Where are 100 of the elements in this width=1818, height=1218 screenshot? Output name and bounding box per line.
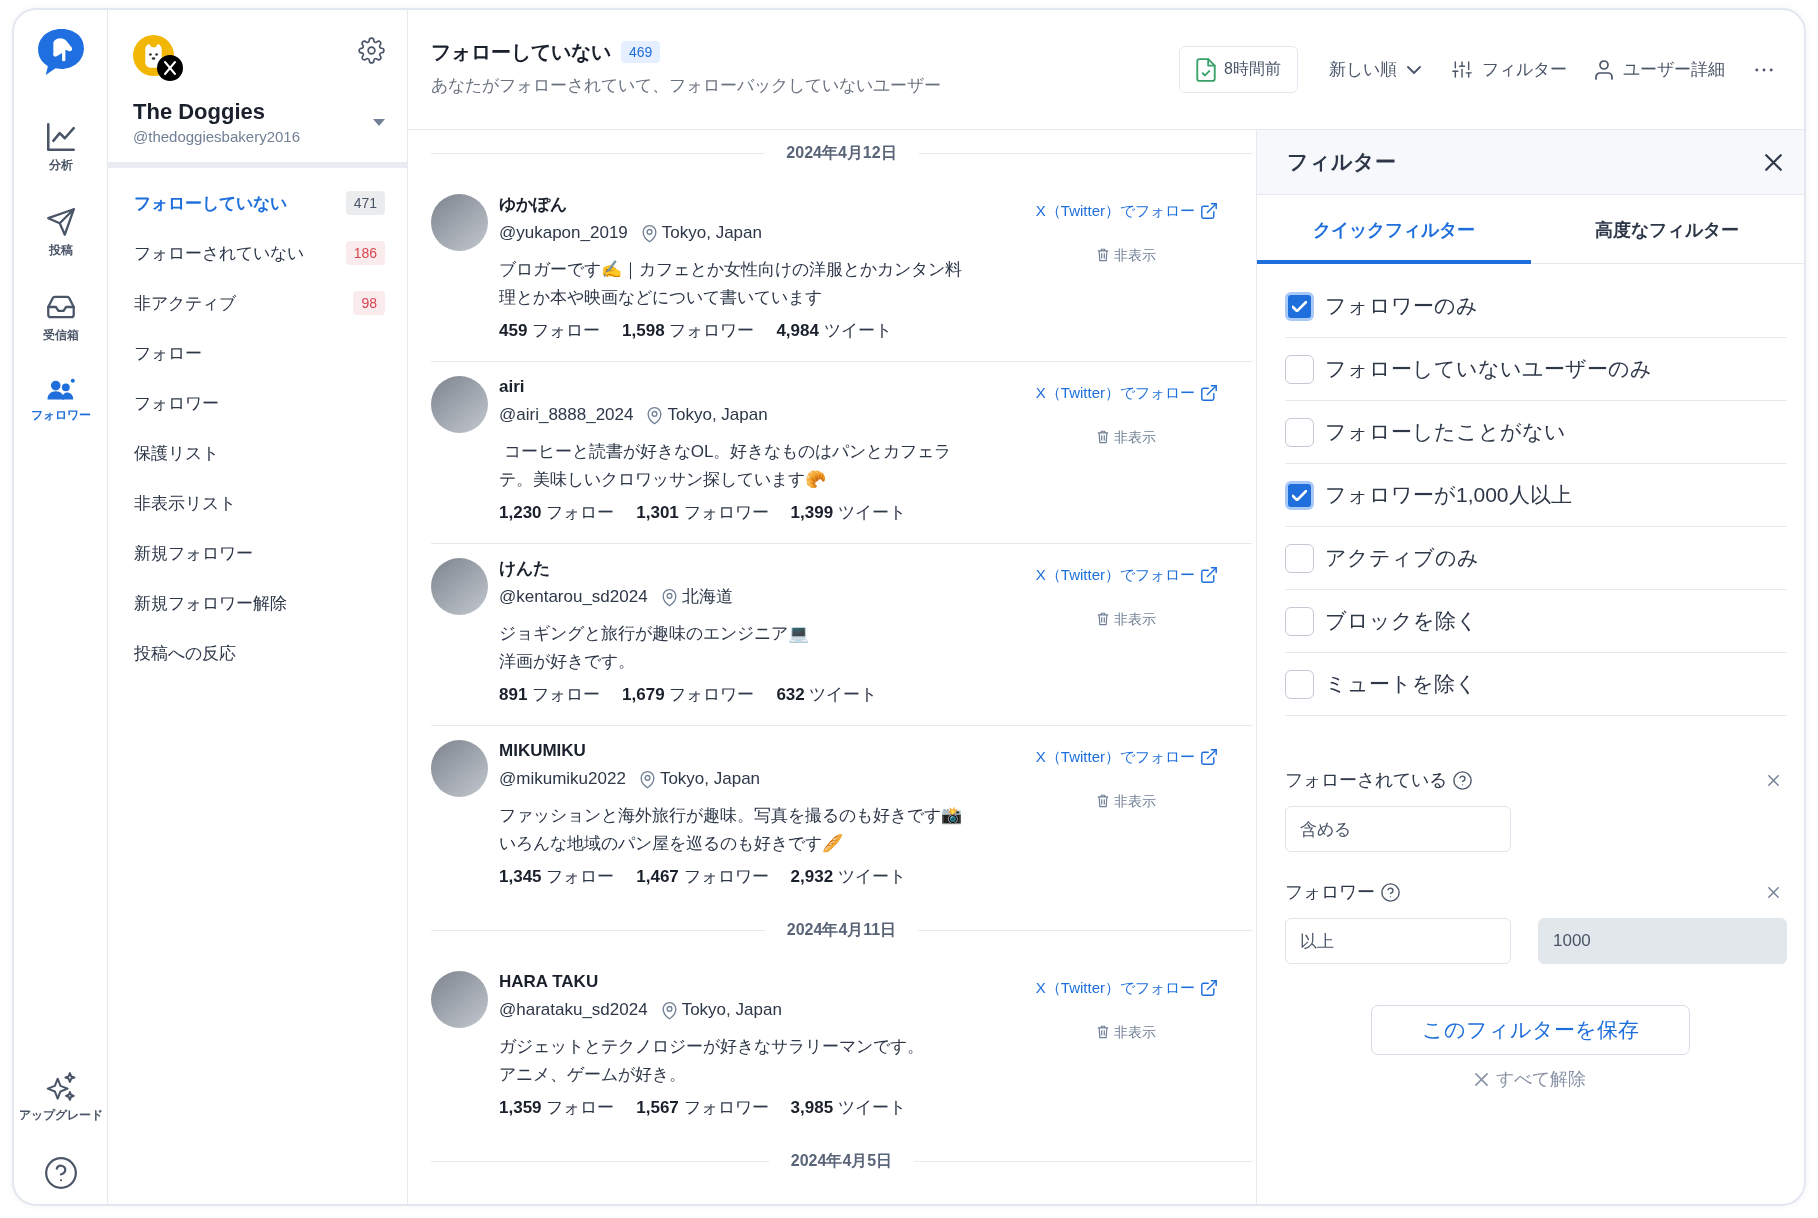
user-bio: 洋画が好きです。 bbox=[499, 651, 636, 673]
date-label: 2024年4月5日 bbox=[790, 1151, 893, 1171]
count-badge: 98 bbox=[353, 291, 385, 315]
user-name: MIKUMIKU bbox=[499, 740, 587, 762]
follow-link[interactable]: X（Twitter）でフォロー bbox=[1035, 747, 1217, 767]
upgrade-button[interactable]: アップグレード bbox=[18, 1072, 103, 1123]
checkbox-label[interactable]: ミュートを除く bbox=[1325, 670, 1477, 698]
sidebar-item[interactable]: 非表示リスト bbox=[134, 478, 385, 528]
pin-icon bbox=[647, 405, 663, 425]
user-bio: アニメ、ゲームが好き。 bbox=[499, 1064, 687, 1086]
external-link-icon bbox=[1201, 749, 1217, 765]
user-bio: ブロガーです✍｜カフェとか女性向けの洋服とかカンタン料理とか本や映画などについて書いています bbox=[499, 259, 963, 309]
file-check-icon bbox=[1196, 57, 1217, 82]
checkbox-label[interactable]: フォロワーが1,000人以上 bbox=[1325, 481, 1572, 509]
user-location: Tokyo, Japan bbox=[661, 222, 762, 244]
nav-rail-item[interactable]: 受信箱 bbox=[30, 293, 91, 343]
number-field[interactable]: 1000 bbox=[1538, 918, 1787, 964]
stat-count: 1,598 フォロワー bbox=[622, 320, 755, 342]
check-icon bbox=[1292, 489, 1307, 501]
avatar-photo bbox=[431, 194, 488, 251]
user-handle: @harataku_sd2024 bbox=[499, 999, 648, 1021]
user-bio: ジョギングと旅行が趣味のエンジニア💻 bbox=[499, 623, 810, 645]
help-icon[interactable] bbox=[44, 1157, 77, 1189]
stat-count: 1,230 フォロー bbox=[499, 502, 615, 524]
user-name: airi bbox=[499, 376, 526, 398]
close-icon[interactable] bbox=[1765, 153, 1782, 171]
checkbox-label[interactable]: フォローしていないユーザーのみ bbox=[1325, 355, 1652, 383]
help-icon[interactable] bbox=[1453, 770, 1472, 790]
follow-link[interactable]: X（Twitter）でフォロー bbox=[1035, 201, 1217, 221]
sidebar-item[interactable]: 保護リスト bbox=[134, 428, 385, 478]
account-handle: @thedoggiesbakery2016 bbox=[133, 127, 300, 147]
account-name: The Doggies bbox=[133, 98, 266, 126]
field-label: フォローされている bbox=[1285, 769, 1447, 792]
nav-rail-item[interactable]: 分析 bbox=[30, 123, 91, 173]
more-button[interactable] bbox=[1755, 67, 1773, 72]
user-details-button[interactable]: ユーザー詳細 bbox=[1595, 58, 1725, 81]
sidebar-item[interactable]: 非アクティブ 98 bbox=[134, 278, 385, 328]
checkbox-label[interactable]: ブロックを除く bbox=[1325, 607, 1478, 635]
panel-title: フィルター bbox=[1287, 149, 1396, 175]
sidebar-item[interactable]: 新規フォロワー bbox=[134, 528, 385, 578]
count-badge: 469 bbox=[621, 41, 661, 63]
stat-count: 459 フォロー bbox=[499, 320, 601, 342]
sidebar-item[interactable]: フォロワー bbox=[134, 378, 385, 428]
settings-icon[interactable] bbox=[358, 37, 385, 64]
follow-link[interactable]: X（Twitter）でフォロー bbox=[1035, 383, 1217, 403]
user-bio: ファッションと海外旅行が趣味。写真を撮るのも好きです📸いろんな地域のパン屋を巡るのも好きです🥖 bbox=[499, 805, 963, 855]
more-icon bbox=[1755, 67, 1773, 72]
page-title: フォローしていない bbox=[431, 40, 611, 65]
user-name: けんた bbox=[499, 558, 551, 580]
checkbox-label[interactable]: フォロワーのみ bbox=[1325, 292, 1478, 320]
user-handle: @airi_8888_2024 bbox=[499, 404, 634, 426]
tab[interactable]: クイックフィルター bbox=[1257, 195, 1531, 264]
tab[interactable]: 高度なフィルター bbox=[1530, 195, 1804, 264]
user-handle: @mikumiku2022 bbox=[499, 768, 626, 790]
checkbox-label[interactable]: フォローしたことがない bbox=[1325, 418, 1566, 446]
sidebar-item[interactable]: フォローされていない 186 bbox=[134, 228, 385, 278]
sidebar-item[interactable]: 投稿への反応 bbox=[134, 628, 385, 678]
checkbox-label[interactable]: アクティブのみ bbox=[1325, 544, 1479, 572]
save-filter-button[interactable]: このフィルターを保存 bbox=[1371, 1005, 1690, 1055]
line-chart-icon bbox=[46, 123, 75, 151]
sidebar-item[interactable]: フォローしていない 471 bbox=[134, 178, 385, 228]
sort-dropdown[interactable]: 新しい順 bbox=[1329, 58, 1421, 81]
help-icon[interactable] bbox=[1381, 882, 1400, 902]
stat-count: 1,567 フォロワー bbox=[636, 1097, 769, 1119]
speech-bubble-logo-icon bbox=[36, 28, 85, 76]
user-icon bbox=[1595, 59, 1613, 80]
trash-icon bbox=[1096, 430, 1109, 444]
stat-count: 891 フォロー bbox=[499, 684, 601, 706]
checkbox[interactable] bbox=[1285, 354, 1314, 384]
trash-icon bbox=[1096, 794, 1109, 808]
hide-button[interactable]: 非表示 bbox=[1096, 609, 1156, 629]
hide-button[interactable]: 非表示 bbox=[1096, 791, 1156, 811]
follow-link[interactable]: X（Twitter）でフォロー bbox=[1035, 978, 1217, 998]
pin-icon bbox=[641, 223, 657, 243]
x-badge-icon bbox=[157, 55, 183, 81]
sidebar-item[interactable]: 新規フォロワー解除 bbox=[134, 578, 385, 628]
checkbox[interactable] bbox=[1285, 543, 1314, 573]
select-field[interactable]: 以上 bbox=[1285, 918, 1511, 964]
checkbox[interactable] bbox=[1285, 669, 1314, 699]
filter-button[interactable]: フィルター bbox=[1452, 58, 1567, 81]
nav-rail-item[interactable]: フォロワー bbox=[30, 378, 91, 423]
caret-icon[interactable] bbox=[373, 119, 385, 126]
checkbox[interactable] bbox=[1285, 606, 1314, 636]
users-icon bbox=[46, 378, 75, 401]
follow-link[interactable]: X（Twitter）でフォロー bbox=[1035, 565, 1217, 585]
checkbox[interactable] bbox=[1285, 291, 1314, 321]
sidebar-item[interactable]: フォロー bbox=[134, 328, 385, 378]
nav-rail-item[interactable]: 投稿 bbox=[30, 208, 91, 258]
checkbox[interactable] bbox=[1285, 417, 1314, 447]
stat-count: 1,399 ツイート bbox=[790, 502, 906, 524]
count-badge: 471 bbox=[345, 191, 385, 215]
user-location: Tokyo, Japan bbox=[667, 404, 768, 426]
select-field[interactable]: 含める bbox=[1285, 806, 1511, 852]
hide-button[interactable]: 非表示 bbox=[1096, 427, 1156, 447]
sync-button[interactable]: 8時間前 bbox=[1179, 46, 1298, 93]
hide-button[interactable]: 非表示 bbox=[1096, 1022, 1156, 1042]
chevron-down-icon bbox=[1407, 65, 1421, 74]
hide-button[interactable]: 非表示 bbox=[1096, 245, 1156, 265]
checkbox[interactable] bbox=[1285, 480, 1314, 510]
stat-count: 632 ツイート bbox=[776, 684, 878, 706]
